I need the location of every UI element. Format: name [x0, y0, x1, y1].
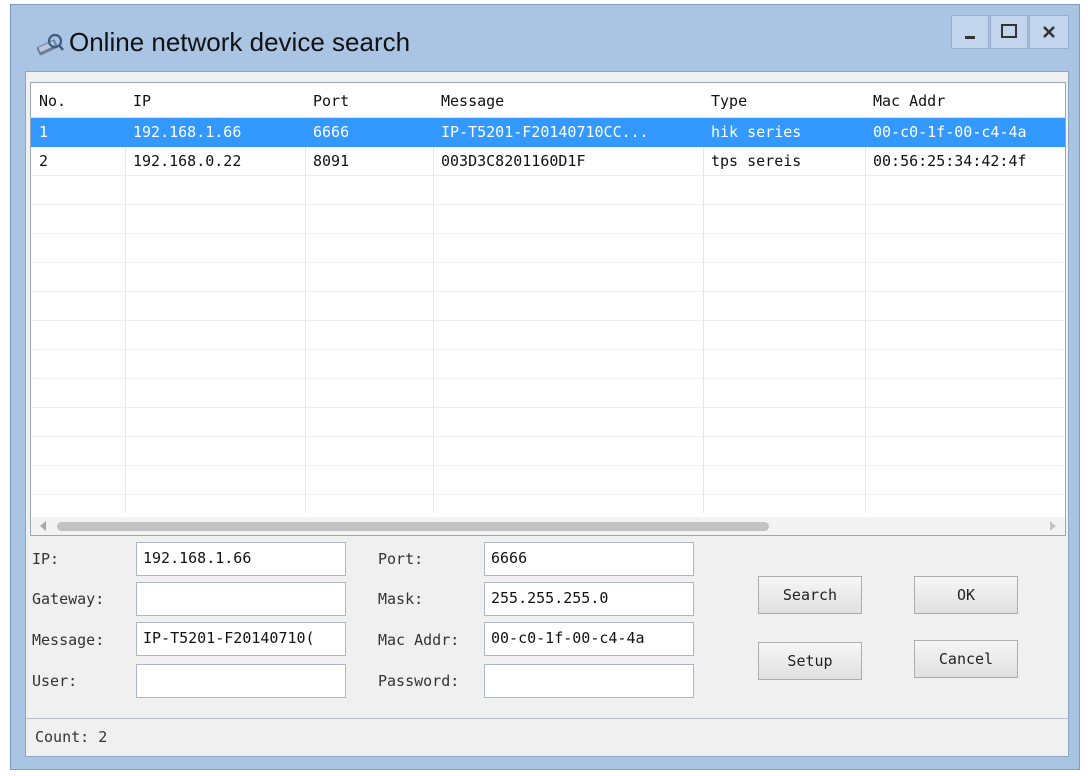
device-count: Count: 2	[35, 728, 108, 746]
mask-label: Mask:	[378, 590, 424, 608]
cell-type: tps sereis	[711, 152, 802, 170]
row-gridline	[31, 233, 1065, 234]
maximize-icon	[1001, 24, 1017, 38]
cell-ip: 192.168.1.66	[133, 123, 242, 141]
row-gridline	[31, 349, 1065, 350]
message-label: Message:	[32, 631, 105, 649]
scroll-left-arrow-icon[interactable]	[37, 520, 49, 532]
row-gridline	[31, 494, 1065, 495]
device-list[interactable]: No. IP Port Message Type Mac Addr 1 192.…	[30, 82, 1066, 536]
ip-field[interactable]: 192.168.1.66	[136, 542, 346, 576]
close-button[interactable]	[1029, 15, 1069, 49]
window-title: Online network device search	[69, 27, 411, 57]
cell-message: IP-T5201-F20140710CC...	[441, 123, 649, 141]
row-gridline	[31, 436, 1065, 437]
row-gridline	[31, 262, 1065, 263]
row-gridline	[31, 204, 1065, 205]
column-header-port[interactable]: Port	[313, 92, 349, 110]
cell-port: 8091	[313, 152, 350, 170]
table-row[interactable]: 1 192.168.1.66 6666 IP-T5201-F20140710CC…	[31, 118, 1065, 147]
column-header-ip[interactable]: IP	[133, 92, 151, 110]
ok-button[interactable]: OK	[914, 576, 1018, 614]
column-header-no[interactable]: No.	[39, 92, 66, 110]
title-bar[interactable]: Online network device search	[11, 5, 1079, 71]
cell-port: 6666	[313, 123, 350, 141]
scrollbar-thumb[interactable]	[57, 522, 769, 531]
cancel-button[interactable]: Cancel	[914, 640, 1018, 678]
cell-no: 2	[39, 152, 49, 170]
mac-addr-field[interactable]: 00-c0-1f-00-c4-4a	[484, 622, 694, 656]
gateway-label: Gateway:	[32, 590, 105, 608]
scroll-right-arrow-icon[interactable]	[1047, 520, 1059, 532]
cell-mac-addr: 00:56:25:34:42:4f	[873, 152, 1027, 170]
setup-button[interactable]: Setup	[758, 642, 862, 680]
user-label: User:	[32, 672, 78, 690]
cell-no: 1	[39, 123, 49, 141]
row-gridline	[31, 465, 1065, 466]
cell-type: hik series	[711, 123, 802, 141]
gateway-field[interactable]	[136, 582, 346, 616]
cell-ip: 192.168.0.22	[133, 152, 242, 170]
minimize-button[interactable]	[951, 15, 989, 49]
minimize-icon	[965, 36, 975, 39]
password-field[interactable]	[484, 664, 694, 698]
maximize-button[interactable]	[990, 15, 1028, 49]
ip-label: IP:	[32, 550, 60, 568]
row-gridline	[31, 291, 1065, 292]
table-row[interactable]: 2 192.168.0.22 8091 003D3C8201160D1F tps…	[31, 147, 1065, 176]
user-field[interactable]	[136, 664, 346, 698]
device-search-window: Online network device search No. IP Port…	[10, 4, 1080, 770]
column-header-row: No. IP Port Message Type Mac Addr	[31, 83, 1065, 118]
mask-field[interactable]: 255.255.255.0	[484, 582, 694, 616]
status-bar: Count: 2	[27, 720, 1067, 754]
mac-addr-label: Mac Addr:	[378, 631, 460, 649]
port-label: Port:	[378, 550, 424, 568]
row-gridline	[31, 320, 1065, 321]
row-gridline	[31, 407, 1065, 408]
dialog-client-area: No. IP Port Message Type Mac Addr 1 192.…	[25, 71, 1069, 757]
search-button[interactable]: Search	[758, 576, 862, 614]
cell-mac-addr: 00-c0-1f-00-c4-4a	[873, 123, 1027, 141]
status-divider	[26, 718, 1068, 719]
horizontal-scrollbar[interactable]	[31, 517, 1065, 535]
network-search-icon	[33, 31, 65, 57]
column-header-type[interactable]: Type	[711, 92, 747, 110]
column-header-mac-addr[interactable]: Mac Addr	[873, 92, 945, 110]
device-list-grid: No. IP Port Message Type Mac Addr 1 192.…	[31, 83, 1065, 517]
row-gridline	[31, 378, 1065, 379]
password-label: Password:	[378, 672, 460, 690]
port-field[interactable]: 6666	[484, 542, 694, 576]
column-header-message[interactable]: Message	[441, 92, 504, 110]
close-icon	[1043, 26, 1055, 38]
message-field[interactable]: IP-T5201-F20140710(	[136, 622, 346, 656]
cell-message: 003D3C8201160D1F	[441, 152, 586, 170]
